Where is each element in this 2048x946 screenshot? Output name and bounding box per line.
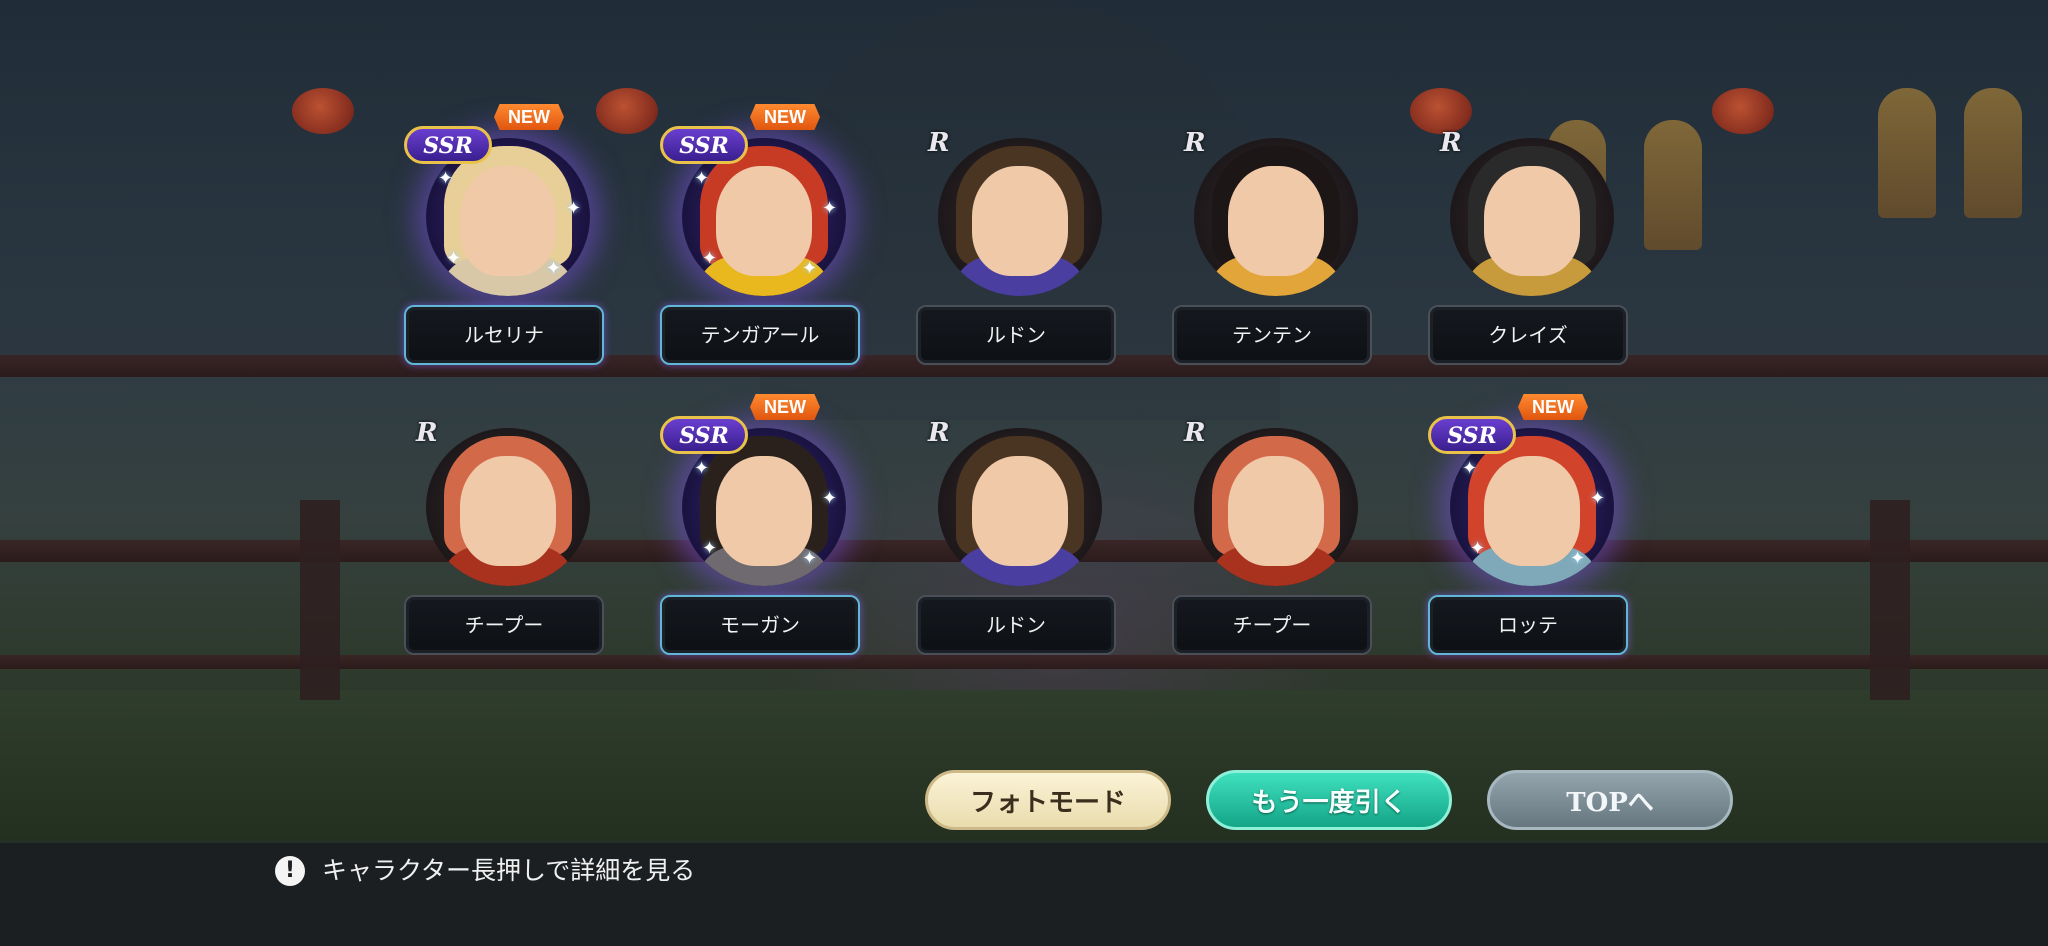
photo-mode-button[interactable]: フォトモード: [925, 770, 1171, 830]
sparkle-icon: ✦: [702, 538, 718, 559]
sparkle-icon: ✦: [446, 248, 462, 269]
new-badge: NEW: [750, 104, 820, 130]
portrait-face: [460, 456, 556, 566]
character-name: ロッテ: [1428, 595, 1628, 655]
portrait-face: [972, 456, 1068, 566]
draw-again-button[interactable]: もう一度引く: [1206, 770, 1452, 830]
character-name: チープー: [1172, 595, 1372, 655]
sparkle-icon: ✦: [546, 258, 562, 279]
character-name: ルドン: [916, 305, 1116, 365]
new-badge: NEW: [1518, 394, 1588, 420]
portrait-face: [1228, 456, 1324, 566]
character-card[interactable]: R クレイズ: [1428, 120, 1628, 365]
character-name: モーガン: [660, 595, 860, 655]
portrait-face: [716, 166, 812, 276]
new-badge: NEW: [750, 394, 820, 420]
character-portrait: [1450, 138, 1614, 296]
character-card[interactable]: R チープー: [1172, 410, 1372, 655]
rarity-ssr-badge: SSR: [1428, 416, 1516, 454]
sparkle-icon: ✦: [438, 168, 454, 189]
sparkle-icon: ✦: [694, 458, 710, 479]
railing-post: [1870, 500, 1910, 700]
window-decoration: [1964, 88, 2022, 218]
portrait-face: [972, 166, 1068, 276]
character-card[interactable]: R テンテン: [1172, 120, 1372, 365]
character-card[interactable]: ✦ ✦ ✦ ✦ SSR NEW ロッテ: [1428, 394, 1628, 655]
sparkle-icon: ✦: [822, 198, 838, 219]
railing-post: [300, 500, 340, 700]
lantern-decoration: [1712, 88, 1774, 134]
character-card[interactable]: ✦ ✦ ✦ ✦ SSR NEW モーガン: [660, 394, 860, 655]
character-card[interactable]: R チープー: [404, 410, 604, 655]
sparkle-icon: ✦: [802, 258, 818, 279]
character-portrait: [1194, 428, 1358, 586]
rarity-ssr-badge: SSR: [404, 126, 492, 164]
lantern-decoration: [292, 88, 354, 134]
rarity-r-badge: R: [928, 418, 950, 448]
hint-text: キャラクター長押しで詳細を見る: [322, 856, 696, 885]
character-portrait: [938, 428, 1102, 586]
portrait-face: [1484, 166, 1580, 276]
window-decoration: [1644, 120, 1702, 250]
sparkle-icon: ✦: [1470, 538, 1486, 559]
sparkle-icon: ✦: [822, 488, 838, 509]
character-portrait: [426, 428, 590, 586]
character-name: チープー: [404, 595, 604, 655]
sparkle-icon: ✦: [566, 198, 582, 219]
rarity-ssr-badge: SSR: [660, 126, 748, 164]
character-card[interactable]: ✦ ✦ ✦ ✦ SSR NEW テンガアール: [660, 104, 860, 365]
rarity-ssr-badge: SSR: [660, 416, 748, 454]
sparkle-icon: ✦: [802, 548, 818, 569]
sparkle-icon: ✦: [702, 248, 718, 269]
character-name: テンテン: [1172, 305, 1372, 365]
rarity-r-badge: R: [416, 418, 438, 448]
character-card[interactable]: ✦ ✦ ✦ ✦ SSR NEW ルセリナ: [404, 104, 604, 365]
character-card[interactable]: R ルドン: [916, 410, 1116, 655]
new-badge: NEW: [494, 104, 564, 130]
portrait-face: [1484, 456, 1580, 566]
portrait-face: [1228, 166, 1324, 276]
lantern-decoration: [596, 88, 658, 134]
to-top-button[interactable]: TOPへ: [1487, 770, 1733, 830]
sparkle-icon: ✦: [1462, 458, 1478, 479]
rarity-r-badge: R: [1184, 128, 1206, 158]
sparkle-icon: ✦: [694, 168, 710, 189]
rarity-r-badge: R: [1440, 128, 1462, 158]
sparkle-icon: ✦: [1590, 488, 1606, 509]
exclamation-icon: !: [275, 856, 305, 886]
character-card[interactable]: R ルドン: [916, 120, 1116, 365]
rarity-r-badge: R: [928, 128, 950, 158]
sparkle-icon: ✦: [1570, 548, 1586, 569]
portrait-face: [460, 166, 556, 276]
character-portrait: [1194, 138, 1358, 296]
portrait-face: [716, 456, 812, 566]
character-portrait: [938, 138, 1102, 296]
window-decoration: [1878, 88, 1936, 218]
hint-bar: [0, 843, 2048, 946]
character-name: ルドン: [916, 595, 1116, 655]
character-name: ルセリナ: [404, 305, 604, 365]
character-name: クレイズ: [1428, 305, 1628, 365]
character-name: テンガアール: [660, 305, 860, 365]
rarity-r-badge: R: [1184, 418, 1206, 448]
